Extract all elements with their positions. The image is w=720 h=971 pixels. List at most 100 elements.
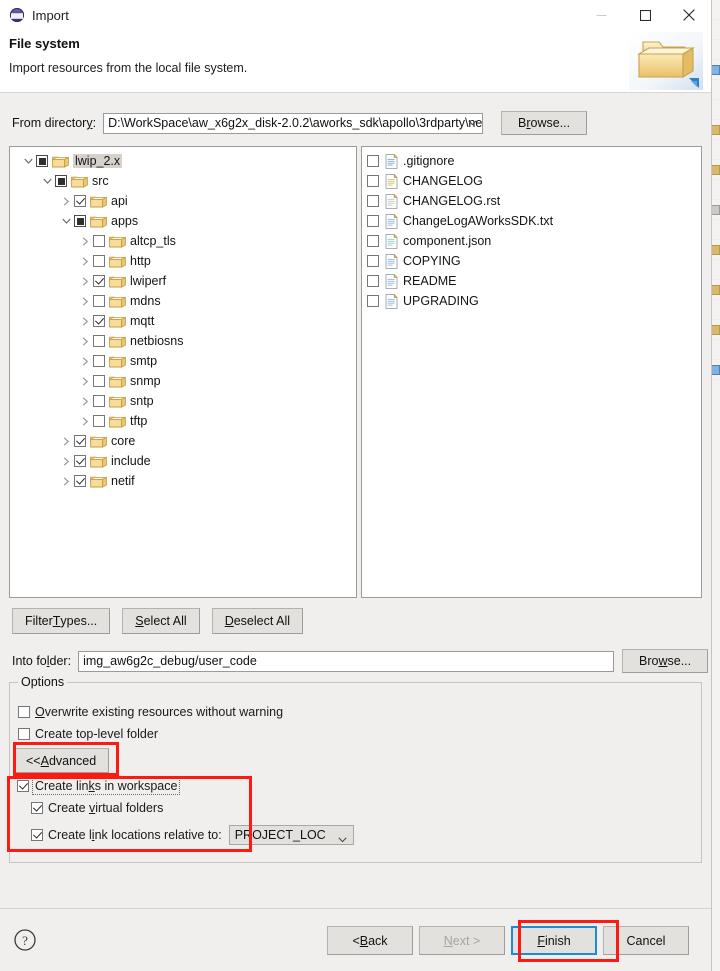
tree-item-apps[interactable]: apps: [10, 211, 356, 231]
tree-item-checkbox[interactable]: [74, 475, 86, 487]
from-directory-browse-button[interactable]: Br owse...: [501, 111, 588, 135]
finish-button[interactable]: Finish: [511, 926, 597, 955]
chevron-right-icon[interactable]: [77, 336, 93, 346]
create-link-locations-relative-checkbox[interactable]: Create link locations relative to: PROJE…: [31, 825, 354, 845]
tree-item-core[interactable]: core: [10, 431, 356, 451]
chevron-right-icon[interactable]: [77, 256, 93, 266]
file-list-item[interactable]: .gitignore: [367, 151, 701, 171]
tree-item-include[interactable]: include: [10, 451, 356, 471]
deselect-all-button[interactable]: Deselect All: [211, 608, 303, 634]
overwrite-existing-checkbox[interactable]: Overwrite existing resources without war…: [18, 705, 283, 719]
file-item-checkbox[interactable]: [367, 175, 379, 187]
advanced-toggle-button[interactable]: << Advanced: [13, 748, 110, 773]
checkbox-box: [17, 780, 29, 792]
tree-item-checkbox[interactable]: [93, 235, 105, 247]
tree-item-lwiperf[interactable]: lwiperf: [10, 271, 356, 291]
chevron-right-icon[interactable]: [77, 416, 93, 426]
file-list-item[interactable]: component.json: [367, 231, 701, 251]
file-list-pane[interactable]: .gitignore CHANGELOG CHANGELOG.rst ChangeLo…: [361, 146, 702, 598]
maximize-button[interactable]: [623, 0, 667, 30]
file-item-checkbox[interactable]: [367, 275, 379, 287]
tree-item-checkbox[interactable]: [74, 455, 86, 467]
tree-item-checkbox[interactable]: [74, 435, 86, 447]
tree-item-checkbox[interactable]: [36, 155, 48, 167]
footer-separator: [0, 908, 711, 909]
tree-item-netif[interactable]: netif: [10, 471, 356, 491]
filter-types-button[interactable]: Filter Types...: [12, 608, 111, 634]
tree-item-checkbox[interactable]: [93, 395, 105, 407]
window-controls: [579, 0, 711, 30]
chevron-down-icon[interactable]: [20, 158, 36, 165]
create-links-in-workspace-checkbox[interactable]: Create links in workspace: [17, 777, 181, 795]
wizard-buttons: < Back Next > Finish Cancel: [327, 926, 689, 955]
tree-item-checkbox[interactable]: [55, 175, 67, 187]
chevron-down-icon[interactable]: [58, 218, 74, 225]
folder-tree-pane[interactable]: lwip_2.x src api apps altcp_tls http lwiperf md…: [9, 146, 357, 598]
file-list-item[interactable]: COPYING: [367, 251, 701, 271]
minimize-button[interactable]: [579, 0, 623, 30]
chevron-right-icon[interactable]: [77, 236, 93, 246]
cancel-button[interactable]: Cancel: [603, 926, 689, 955]
tree-item-netbiosns[interactable]: netbiosns: [10, 331, 356, 351]
chevron-right-icon[interactable]: [58, 476, 74, 486]
help-question-icon[interactable]: ?: [13, 928, 37, 952]
tree-item-http[interactable]: http: [10, 251, 356, 271]
file-list-item[interactable]: ChangeLogAWorksSDK.txt: [367, 211, 701, 231]
file-list-item[interactable]: README: [367, 271, 701, 291]
file-item-label: CHANGELOG: [403, 174, 483, 188]
create-top-level-folder-checkbox[interactable]: Create top-level folder: [18, 727, 158, 741]
into-folder-input[interactable]: img_aw6g2c_debug/user_code: [78, 650, 615, 672]
file-item-checkbox[interactable]: [367, 255, 379, 267]
file-item-checkbox[interactable]: [367, 215, 379, 227]
tree-item-sntp[interactable]: sntp: [10, 391, 356, 411]
file-text-icon: [385, 213, 398, 229]
tree-item-snmp[interactable]: snmp: [10, 371, 356, 391]
tree-item-checkbox[interactable]: [93, 375, 105, 387]
tree-item-checkbox[interactable]: [93, 295, 105, 307]
chevron-right-icon[interactable]: [77, 296, 93, 306]
file-item-checkbox[interactable]: [367, 155, 379, 167]
tree-item-checkbox[interactable]: [93, 275, 105, 287]
tree-item-checkbox[interactable]: [74, 195, 86, 207]
chevron-right-icon[interactable]: [77, 376, 93, 386]
tree-item-checkbox[interactable]: [93, 315, 105, 327]
file-list-item[interactable]: UPGRADING: [367, 291, 701, 311]
tree-item-src[interactable]: src: [10, 171, 356, 191]
from-directory-combo[interactable]: D:\WorkSpace\aw_x6g2x_disk-2.0.2\aworks_…: [103, 112, 484, 134]
chevron-down-icon[interactable]: [39, 178, 55, 185]
into-folder-browse-button[interactable]: Bro w se...: [622, 649, 709, 673]
file-list-item[interactable]: CHANGELOG: [367, 171, 701, 191]
next-button[interactable]: Next >: [419, 926, 505, 955]
tree-item-checkbox[interactable]: [93, 415, 105, 427]
file-item-checkbox[interactable]: [367, 195, 379, 207]
tree-item-api[interactable]: api: [10, 191, 356, 211]
tree-item-checkbox[interactable]: [93, 355, 105, 367]
tree-item-lwip-2-x[interactable]: lwip_2.x: [10, 151, 356, 171]
create-virtual-folders-label: Create virtual folders: [48, 801, 164, 815]
chevron-right-icon[interactable]: [77, 396, 93, 406]
chevron-right-icon[interactable]: [58, 436, 74, 446]
tree-item-altcp-tls[interactable]: altcp_tls: [10, 231, 356, 251]
chevron-right-icon[interactable]: [77, 356, 93, 366]
back-button[interactable]: < Back: [327, 926, 413, 955]
tree-item-smtp[interactable]: smtp: [10, 351, 356, 371]
file-item-checkbox[interactable]: [367, 235, 379, 247]
tree-item-checkbox[interactable]: [93, 335, 105, 347]
tree-item-checkbox[interactable]: [74, 215, 86, 227]
tree-item-mdns[interactable]: mdns: [10, 291, 356, 311]
chevron-right-icon[interactable]: [77, 316, 93, 326]
select-all-button[interactable]: Select All: [122, 608, 200, 634]
create-virtual-folders-checkbox[interactable]: Create virtual folders: [31, 801, 163, 815]
chevron-right-icon[interactable]: [77, 276, 93, 286]
relative-to-value: PROJECT_LOC: [234, 828, 326, 842]
file-list-item[interactable]: CHANGELOG.rst: [367, 191, 701, 211]
tree-item-mqtt[interactable]: mqtt: [10, 311, 356, 331]
close-button[interactable]: [667, 0, 711, 30]
chevron-right-icon[interactable]: [58, 456, 74, 466]
relative-to-select[interactable]: PROJECT_LOC: [228, 825, 354, 845]
tree-item-checkbox[interactable]: [93, 255, 105, 267]
tree-item-tftp[interactable]: tftp: [10, 411, 356, 431]
chevron-right-icon[interactable]: [58, 196, 74, 206]
file-item-checkbox[interactable]: [367, 295, 379, 307]
tree-item-label: apps: [111, 214, 139, 228]
